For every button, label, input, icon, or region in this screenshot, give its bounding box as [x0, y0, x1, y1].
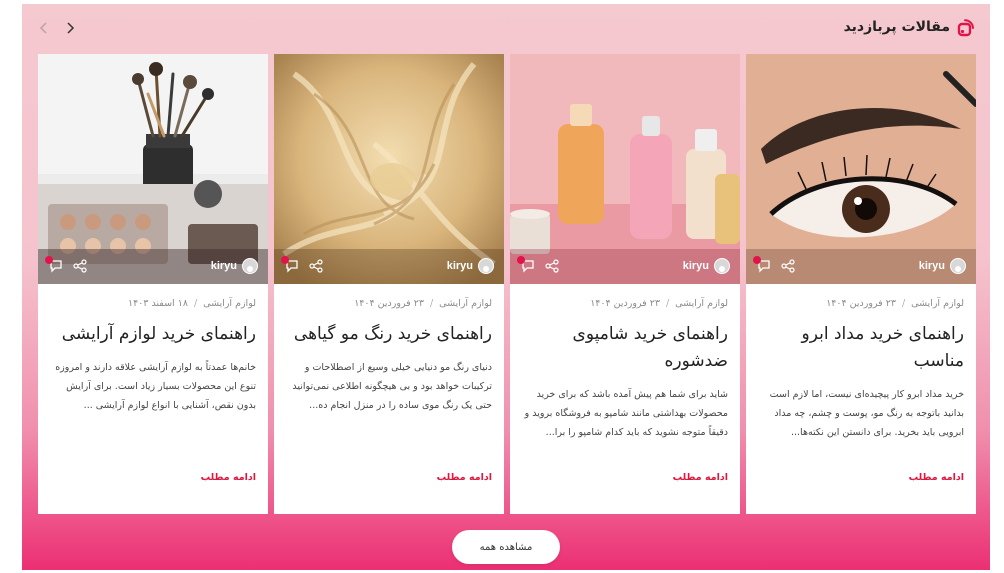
comments-button[interactable] [517, 256, 536, 274]
article-card[interactable]: kiryu لوازم آرایشی / ۲۳ فروردین ۱۴۰۴ راه… [746, 54, 976, 514]
article-card[interactable]: kiryu لوازم آرایشی / ۲۳ فروردین ۱۴۰۴ راه… [274, 54, 504, 514]
share-button[interactable] [544, 258, 560, 274]
card-category[interactable]: لوازم آرایشی [203, 298, 256, 309]
chevron-right-icon [67, 22, 75, 34]
author[interactable]: kiryu [211, 258, 258, 274]
card-meta: لوازم آرایشی / ۲۳ فروردین ۱۴۰۴ [826, 298, 964, 309]
comments-button[interactable] [753, 256, 772, 274]
share-icon [73, 259, 87, 273]
signal-icon [957, 19, 974, 37]
card-date: ۲۳ فروردین ۱۴۰۴ [590, 298, 660, 309]
card-date: ۲۳ فروردین ۱۴۰۴ [354, 298, 424, 309]
card-meta: لوازم آرایشی / ۲۳ فروردین ۱۴۰۴ [354, 298, 492, 309]
popular-articles-section: مقالات پربازدید kiryu لوازم آرایشی / ۱۸ … [22, 4, 990, 570]
author-name: kiryu [446, 260, 473, 272]
section-title: مقالات پربازدید [843, 19, 950, 35]
avatar [950, 258, 966, 274]
card-category[interactable]: لوازم آرایشی [675, 298, 728, 309]
card-body: لوازم آرایشی / ۲۳ فروردین ۱۴۰۴ راهنمای خ… [274, 284, 504, 514]
author[interactable]: kiryu [447, 258, 494, 274]
card-overlay: kiryu [746, 248, 976, 284]
comments-button[interactable] [45, 256, 64, 274]
section-header: مقالات پربازدید [22, 4, 990, 52]
section-title-wrap: مقالات پربازدید [844, 16, 976, 38]
eyebrow-makeup-photo[interactable]: kiryu [746, 54, 976, 284]
card-title[interactable]: راهنمای خرید رنگ مو گیاهی [286, 321, 492, 348]
article-card[interactable]: kiryu لوازم آرایشی / ۲۳ فروردین ۱۴۰۴ راه… [510, 54, 740, 514]
notification-dot [45, 256, 53, 264]
prev-button[interactable] [36, 20, 52, 36]
share-icon [309, 259, 323, 273]
card-body: لوازم آرایشی / ۲۳ فروردین ۱۴۰۴ راهنمای خ… [510, 284, 740, 514]
comments-button[interactable] [281, 256, 300, 274]
avatar [478, 258, 494, 274]
read-more-link[interactable]: ادامه مطلب [201, 472, 256, 483]
shampoo-bottles-photo[interactable]: kiryu [510, 54, 740, 284]
view-all-button[interactable]: مشاهده همه [452, 530, 560, 564]
read-more-link[interactable]: ادامه مطلب [909, 472, 964, 483]
card-actions [517, 256, 560, 274]
card-excerpt: شاید برای شما هم پیش آمده باشد که برای خ… [524, 389, 728, 438]
card-meta: لوازم آرایشی / ۱۸ اسفند ۱۴۰۳ [128, 298, 256, 309]
card-actions [281, 256, 324, 274]
avatar [242, 258, 258, 274]
blonde-hair-photo[interactable]: kiryu [274, 54, 504, 284]
share-button[interactable] [308, 258, 324, 274]
notification-dot [281, 256, 289, 264]
card-excerpt: خانم‌ها عمدتاً به لوازم آرایشی علاقه دار… [55, 362, 256, 411]
card-date: ۱۸ اسفند ۱۴۰۳ [128, 298, 188, 309]
author[interactable]: kiryu [683, 258, 730, 274]
card-actions [45, 256, 88, 274]
card-title[interactable]: راهنمای خرید لوازم آرایشی [50, 321, 256, 348]
card-meta: لوازم آرایشی / ۲۳ فروردین ۱۴۰۴ [590, 298, 728, 309]
card-overlay: kiryu [274, 248, 504, 284]
next-button[interactable] [62, 20, 78, 36]
card-title[interactable]: راهنمای خرید شامپوی ضدشوره [522, 321, 728, 375]
makeup-tools-photo[interactable]: kiryu [38, 54, 268, 284]
read-more-link[interactable]: ادامه مطلب [673, 472, 728, 483]
card-body: لوازم آرایشی / ۱۸ اسفند ۱۴۰۳ راهنمای خری… [38, 284, 268, 514]
card-category[interactable]: لوازم آرایشی [439, 298, 492, 309]
card-title[interactable]: راهنمای خرید مداد ابرو مناسب [758, 321, 964, 375]
author-name: kiryu [918, 260, 945, 272]
card-overlay: kiryu [510, 248, 740, 284]
article-card[interactable]: kiryu لوازم آرایشی / ۱۸ اسفند ۱۴۰۳ راهنم… [38, 54, 268, 514]
author[interactable]: kiryu [919, 258, 966, 274]
share-button[interactable] [72, 258, 88, 274]
chevron-left-icon [39, 22, 47, 34]
share-button[interactable] [780, 258, 796, 274]
notification-dot [753, 256, 761, 264]
card-body: لوازم آرایشی / ۲۳ فروردین ۱۴۰۴ راهنمای خ… [746, 284, 976, 514]
card-overlay: kiryu [38, 248, 268, 284]
card-category[interactable]: لوازم آرایشی [911, 298, 964, 309]
author-name: kiryu [682, 260, 709, 272]
carousel-nav [36, 20, 78, 36]
author-name: kiryu [210, 260, 237, 272]
notification-dot [517, 256, 525, 264]
card-actions [753, 256, 796, 274]
article-cards: kiryu لوازم آرایشی / ۱۸ اسفند ۱۴۰۳ راهنم… [38, 54, 976, 516]
share-icon [781, 259, 795, 273]
avatar [714, 258, 730, 274]
card-excerpt: دنیای رنگ مو دنیایی خیلی وسیع از اصطلاحا… [292, 362, 492, 411]
read-more-link[interactable]: ادامه مطلب [437, 472, 492, 483]
share-icon [545, 259, 559, 273]
card-excerpt: خرید مداد ابرو کار پیچیده‌ای نیست، اما ل… [769, 389, 964, 438]
card-date: ۲۳ فروردین ۱۴۰۴ [826, 298, 896, 309]
